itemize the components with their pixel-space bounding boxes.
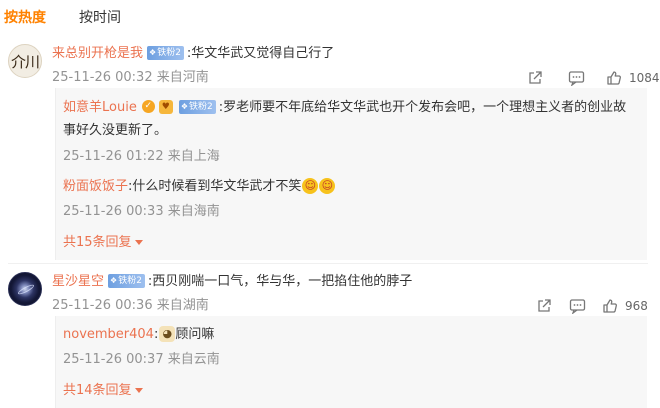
comment-icon[interactable] [568, 297, 586, 315]
comment-header: 星沙星空 ❖铁粉2:西贝刚喘一口气，华与华，一把掐住他的脖子 [52, 272, 412, 292]
sticker-icon: ♥ [158, 99, 173, 114]
fan-badge-icon: ❖ [180, 101, 188, 111]
avatar[interactable] [8, 272, 42, 306]
comment-text: :华文华武又觉得自己行了 [186, 46, 335, 61]
comment-header: 来总别开枪是我 ❖铁粉2:华文华武又觉得自己行了 [52, 44, 334, 64]
reply-meta: 25-11-26 00:37 来自云南 [63, 352, 220, 367]
verified-icon: ✓ [141, 100, 155, 113]
fan-badge-icon: ❖ [149, 47, 157, 57]
reply-author[interactable]: 如意羊Louie [63, 100, 137, 115]
like-count: 1084 [629, 71, 660, 85]
fan-badge-label: 铁粉2 [118, 275, 142, 286]
reply-item: 如意羊Louie ✓ ♥ ❖铁粉2:罗老师要不年底给华文华武也开个发布会吧，一个理想主… [63, 98, 626, 118]
comment-author[interactable]: 来总别开枪是我 [52, 46, 143, 61]
avatar[interactable]: 介川 [8, 44, 42, 78]
like-count: 968 [625, 299, 648, 313]
chevron-down-icon [134, 240, 143, 245]
comment-meta: 25-11-26 00:32 来自河南 [52, 70, 209, 85]
tab-time[interactable]: 按时间 [79, 8, 121, 28]
laughing-emoji-icon: ☺ [319, 177, 336, 194]
like-icon[interactable] [601, 297, 619, 315]
doge-emoji-icon: ◕ [159, 325, 176, 342]
comment-meta: 25-11-26 00:36 来自湖南 [52, 298, 209, 313]
fan-badge-icon: ❖ [110, 275, 118, 285]
reply-item: november404: ◕ 顾问嘛 [63, 325, 215, 342]
fan-badge[interactable]: ❖铁粉2 [147, 45, 184, 60]
more-replies-label: 共14条回复 [63, 383, 132, 398]
fan-badge-label: 铁粉2 [189, 101, 213, 112]
share-icon[interactable] [526, 69, 544, 87]
comment-actions: 968 [535, 297, 648, 315]
comment-author[interactable]: 星沙星空 [52, 274, 104, 289]
more-replies-link[interactable]: 共14条回复 [63, 382, 143, 400]
reply-text: 顾问嘛 [175, 327, 215, 342]
reply-text: :什么时候看到华文华武才不笑 [128, 179, 302, 194]
comment-icon[interactable] [567, 69, 585, 87]
share-icon[interactable] [535, 297, 553, 315]
reply-author[interactable]: 粉面饭饭子 [63, 179, 128, 194]
reply-meta: 25-11-26 00:33 来自海南 [63, 204, 220, 219]
more-replies-label: 共15条回复 [63, 235, 132, 250]
fan-badge[interactable]: ❖铁粉2 [178, 99, 216, 114]
avatar-text: 介川 [10, 52, 40, 71]
fan-badge[interactable]: ❖铁粉2 [108, 273, 145, 288]
reply-author[interactable]: november404 [63, 327, 154, 342]
reply-text: :罗老师要不年底给华文华武也开个发布会吧，一个理想主义者的创业故 [218, 100, 627, 115]
fan-badge-label: 铁粉2 [157, 47, 181, 58]
reply-text-continued: 事好久没更新了。 [63, 121, 167, 141]
sort-tabs: 按热度 按时间 [4, 8, 121, 28]
divider [8, 263, 648, 264]
laughing-emoji-icon: ☺ [302, 177, 319, 194]
reply-meta: 25-11-26 01:22 来自上海 [63, 149, 220, 164]
comment-text: :西贝刚喘一口气，华与华，一把掐住他的脖子 [147, 274, 413, 289]
comment-actions: 1084 [526, 69, 660, 87]
reply-text-line2: 事好久没更新了。 [63, 123, 168, 138]
like-icon[interactable] [605, 69, 623, 87]
chevron-down-icon [134, 388, 143, 393]
more-replies-link[interactable]: 共15条回复 [63, 234, 143, 252]
reply-item: 粉面饭饭子:什么时候看到华文华武才不笑 ☺ ☺ [63, 177, 336, 197]
tab-hot[interactable]: 按热度 [4, 8, 46, 28]
